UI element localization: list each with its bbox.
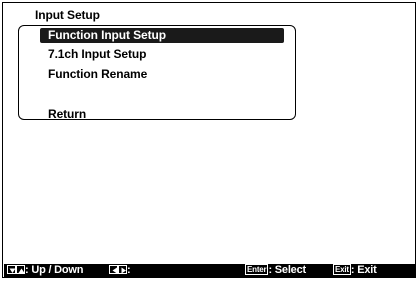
footer-enter-label: : Select — [268, 264, 306, 276]
footer-exit-label: : Exit — [350, 264, 377, 276]
menu-item-function-rename[interactable]: Function Rename — [48, 67, 147, 81]
enter-key: Enter — [245, 263, 269, 275]
menu-item-return[interactable]: Return — [48, 107, 86, 121]
footer-nav-hint: : Up / Down — [7, 264, 83, 277]
menu-item-7-1ch-input-setup[interactable]: 7.1ch Input Setup — [48, 47, 146, 61]
footer-nav-label: : Up / Down — [25, 264, 84, 276]
footer-exit-hint: Exit: Exit — [333, 263, 377, 277]
exit-key: Exit — [333, 263, 351, 275]
triangle-left-icon — [109, 264, 118, 274]
triangle-right-icon — [118, 264, 127, 274]
menu-item-function-input-setup[interactable]: Function Input Setup — [40, 28, 284, 43]
footer-enter-hint: Enter: Select — [245, 263, 306, 277]
footer-lr-hint: : — [109, 264, 131, 277]
triangle-up-icon — [16, 264, 25, 274]
page-title: Input Setup — [35, 8, 100, 22]
footer-help-bar: : Up / Down : Enter: Select Exit: Exit — [4, 263, 415, 277]
triangle-down-icon — [7, 264, 16, 274]
